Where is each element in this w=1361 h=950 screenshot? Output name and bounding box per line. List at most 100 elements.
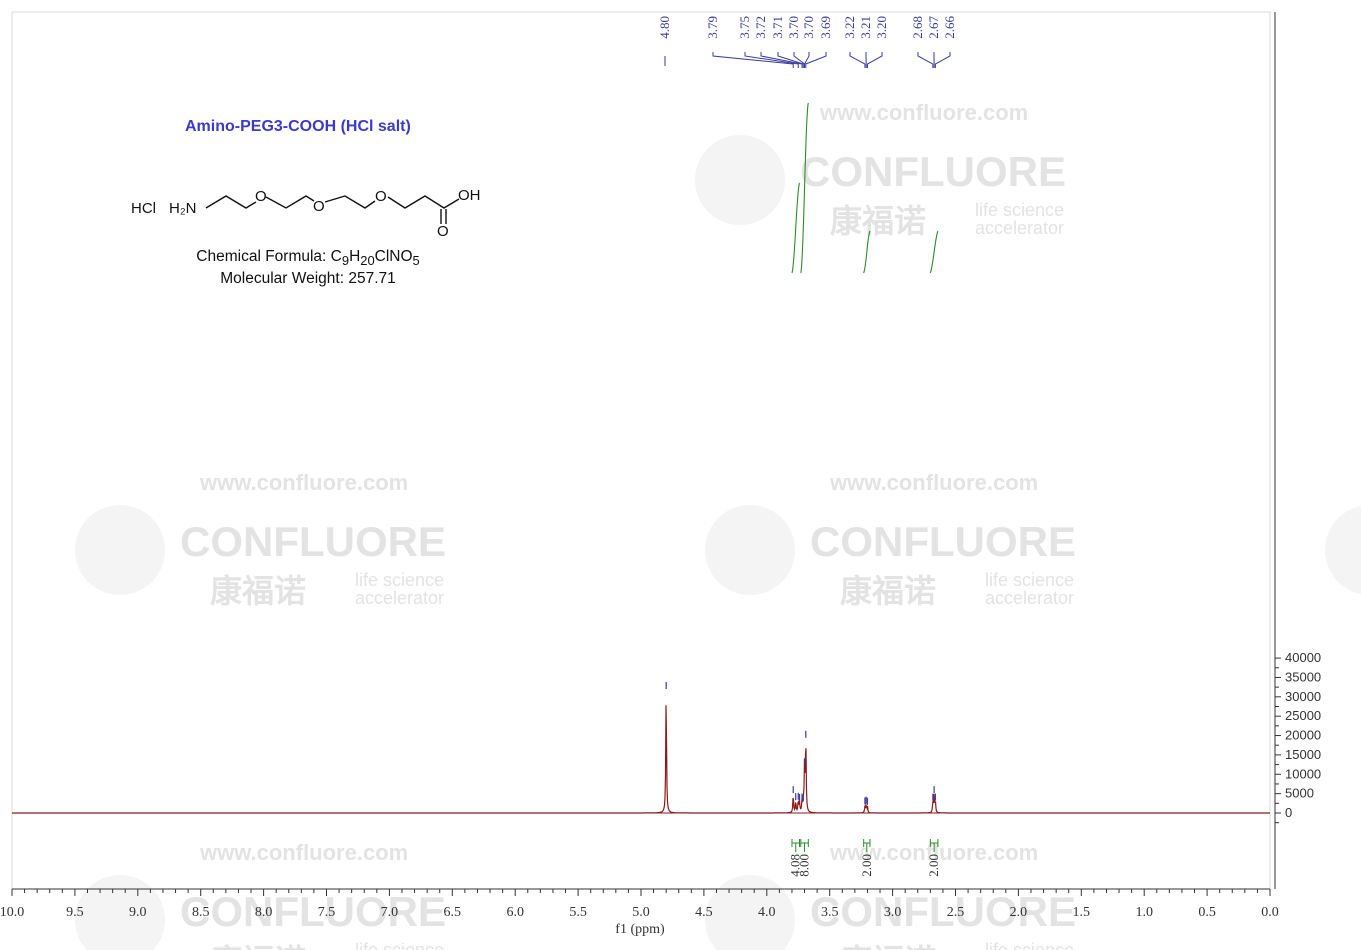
x-tick-label: 5.0: [632, 905, 650, 920]
x-tick-label: 4.5: [695, 905, 713, 920]
y-tick-label: 35000: [1285, 669, 1321, 684]
watermark-logo: [1325, 505, 1361, 595]
x-tick-label: 9.5: [66, 905, 84, 920]
peak-label: 3.21: [858, 16, 873, 39]
structure-chain: [387, 195, 460, 209]
watermark-logo: [705, 875, 795, 950]
peak-label-connector: [849, 52, 866, 68]
x-tick-label: 7.5: [318, 905, 336, 920]
structure-chain: [205, 195, 257, 209]
peak-label: 3.69: [818, 16, 833, 39]
y-tick-label: 40000: [1285, 650, 1321, 665]
watermark-url: www.confluore.com: [199, 470, 408, 495]
watermark-cn: 康福诺: [840, 573, 936, 609]
peak-label: 3.71: [770, 16, 785, 39]
x-tick-label: 1.0: [1135, 905, 1153, 920]
structure-atoms: HCl H₂N O O O OH O: [131, 187, 481, 240]
peak-label-connector: [917, 52, 934, 68]
x-tick-label: 6.0: [506, 905, 524, 920]
x-tick-label: 3.0: [884, 905, 902, 920]
plot-frame: [11, 11, 1271, 890]
amine-text: H₂N: [169, 200, 197, 217]
integral-curve: [791, 182, 801, 274]
peak-label-connector: [934, 52, 951, 68]
x-tick-label: 6.5: [444, 905, 462, 920]
chemical-structure: [205, 195, 460, 224]
peak-labels: 4.80 3.79 3.75 3.72 3.71 3.70 3.70 3.69 3.22 3.21…: [657, 16, 957, 68]
watermark-brand: CONFLUORE: [810, 518, 1076, 565]
y-tick-label: 10000: [1285, 766, 1321, 781]
formula-label: Chemical Formula:: [196, 248, 331, 265]
carbonyl-oxygen: O: [437, 223, 449, 240]
oxygen-atom: O: [375, 188, 387, 205]
watermark-brand: CONFLUORE: [810, 888, 1076, 935]
peak-label-connector: [866, 52, 883, 68]
x-tick-label: 7.0: [381, 905, 399, 920]
y-tick-label: 0: [1285, 805, 1292, 820]
y-tick-label: 5000: [1285, 786, 1314, 801]
peak-label: 4.80: [657, 16, 672, 39]
x-tick-label: 0.0: [1261, 905, 1279, 920]
watermark-brand: CONFLUORE: [180, 888, 446, 935]
structure-chain: [265, 195, 315, 209]
formula-subscript: 5: [412, 253, 420, 269]
integral-curve: [929, 230, 939, 274]
oxygen-atom: O: [313, 198, 325, 215]
nmr-spectrum-chart: www.confluore.com CONFLUORE 康福诺 life scienc…: [0, 11, 1361, 950]
watermark-brand: CONFLUORE: [180, 518, 446, 565]
mw-label: Molecular Weight:: [220, 270, 349, 287]
x-tick-label: 8.5: [192, 905, 210, 920]
x-tick-label: 5.5: [569, 905, 587, 920]
watermark-url: www.confluore.com: [829, 470, 1038, 495]
structure-chain: [324, 195, 376, 209]
watermark-logo: [75, 875, 165, 950]
y-axis: 0 5000 10000 15000 20000 25000 30000 35000 40000: [1274, 12, 1321, 889]
x-tick-label: 10.0: [0, 905, 24, 920]
spectrum-trace: [12, 705, 1270, 814]
watermark-tagline: life science: [355, 940, 444, 950]
x-tick-label: 2.5: [947, 905, 965, 920]
watermark-tagline: life science: [985, 940, 1074, 950]
plot-border: [11, 11, 1271, 890]
hcl-text: HCl: [131, 200, 156, 217]
peak-label: 3.70: [786, 16, 801, 39]
molecular-weight: Molecular Weight: 257.71: [130, 270, 486, 288]
peak-label-connector: [804, 52, 810, 68]
peak-markers: [665, 682, 936, 805]
peak-label: 2.68: [910, 16, 925, 39]
watermark-url: www.confluore.com: [199, 840, 408, 865]
y-tick-label: 20000: [1285, 728, 1321, 743]
watermark-tagline: life science: [975, 200, 1064, 220]
mw-value: 257.71: [348, 270, 396, 287]
peak-label: 2.67: [926, 16, 941, 39]
watermark-cn: 康福诺: [210, 573, 306, 609]
watermark-logo: [695, 135, 785, 225]
watermark-cn: 康福诺: [840, 943, 936, 950]
peak-label: 3.79: [705, 16, 720, 39]
watermark-layer: www.confluore.com CONFLUORE 康福诺 life scienc…: [75, 100, 1361, 950]
peak-label: 2.66: [942, 16, 957, 39]
watermark-tagline: accelerator: [975, 218, 1064, 238]
oxygen-atom: O: [255, 188, 267, 205]
watermark-brand: CONFLUORE: [800, 148, 1066, 195]
watermark-tagline: life science: [355, 570, 444, 590]
peak-label: 3.72: [753, 16, 768, 39]
x-tick-label: 1.5: [1073, 905, 1091, 920]
y-tick-label: 15000: [1285, 747, 1321, 762]
watermark-logo: [705, 505, 795, 595]
formula-subscript: 20: [360, 253, 375, 269]
integral-label: 2.00: [859, 854, 874, 877]
chemical-formula: Chemical Formula: C9H20ClNO5: [130, 248, 486, 268]
watermark-url: www.confluore.com: [819, 100, 1028, 125]
x-tick-label: 2.0: [1010, 905, 1028, 920]
watermark-tagline: life science: [985, 570, 1074, 590]
integral-label: 2.00: [926, 854, 941, 877]
y-tick-label: 30000: [1285, 689, 1321, 704]
watermark-cn: 康福诺: [210, 943, 306, 950]
acid-text: OH: [458, 187, 481, 204]
compound-name: Amino-PEG3-COOH (HCl salt): [185, 118, 411, 135]
y-tick-label: 25000: [1285, 708, 1321, 723]
formula-part: C: [330, 248, 342, 265]
x-tick-label: 9.0: [129, 905, 147, 920]
x-axis-label: f1 (ppm): [615, 922, 665, 937]
